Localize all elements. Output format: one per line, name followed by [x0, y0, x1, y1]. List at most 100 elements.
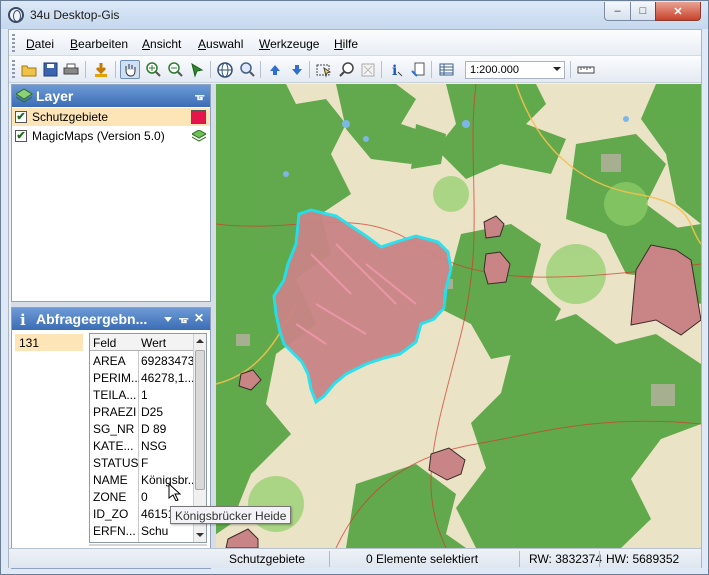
attribute-value: 69283473 — [141, 354, 193, 368]
scroll-down-icon[interactable] — [196, 533, 204, 537]
close-button[interactable]: ✕ — [655, 2, 701, 21]
attribute-value: D25 — [141, 405, 164, 419]
title-bar[interactable]: 34u Desktop-Gis ‒ □ ✕ — [1, 1, 708, 29]
layer-panel-title: Layer — [36, 88, 74, 104]
status-layer: Schutzgebiete — [229, 552, 306, 566]
maximize-button[interactable]: □ — [630, 2, 656, 21]
zoom-magnifier-icon[interactable] — [237, 60, 257, 79]
attribute-row[interactable]: PERIM... 46278,1... — [90, 369, 194, 386]
column-header-wert[interactable]: Wert — [141, 336, 166, 350]
menu-ansicht[interactable]: Ansicht — [142, 37, 181, 51]
identify-page-icon[interactable] — [408, 60, 428, 79]
menu-werkzeuge[interactable]: Werkzeuge — [259, 37, 319, 51]
svg-text:i: i — [392, 63, 397, 78]
attribute-row[interactable]: STATUS F — [90, 454, 194, 471]
app-globe-icon — [8, 7, 24, 23]
attribute-field: NAME — [93, 473, 128, 487]
select-arrow-icon[interactable] — [187, 60, 207, 79]
select-rectangle-icon[interactable] — [314, 60, 334, 79]
open-folder-icon[interactable] — [19, 60, 39, 79]
zoom-in-icon[interactable] — [143, 60, 163, 79]
attribute-field: SG_NR — [93, 422, 135, 436]
menu-hilfe[interactable]: Hilfe — [334, 37, 358, 51]
window-title: 34u Desktop-Gis — [30, 8, 120, 22]
import-layer-icon[interactable] — [91, 60, 111, 79]
status-selection: 0 Elemente selektiert — [366, 552, 479, 566]
attribute-field: KATE... — [93, 439, 134, 453]
layer-label: MagicMaps (Version 5.0) — [32, 129, 165, 143]
attribute-value: 46278,1... — [141, 371, 193, 385]
measure-ruler-icon[interactable] — [576, 60, 596, 79]
query-panel-title: Abfrageergebn... — [36, 311, 148, 327]
find-icon[interactable] — [336, 60, 356, 79]
svg-text:i: i — [20, 311, 26, 327]
client-area: Datei Bearbeiten Ansicht Auswahl Werkzeu… — [8, 29, 702, 569]
attribute-field: PERIM... — [93, 371, 139, 385]
layer-item-magicmaps[interactable]: ✔ MagicMaps (Version 5.0) — [12, 127, 210, 145]
attribute-field: TEILA... — [93, 388, 137, 402]
column-header-feld[interactable]: Feld — [93, 336, 116, 350]
attribute-row[interactable]: ERFN... Schu — [90, 522, 194, 539]
status-bar: Schutzgebiete 0 Elemente selektiert RW: … — [9, 548, 701, 568]
scroll-up-icon[interactable] — [196, 339, 204, 343]
layer-color-swatch[interactable] — [191, 110, 206, 124]
attribute-value: Königsbr... — [141, 473, 193, 487]
info-icon[interactable]: i — [386, 60, 406, 79]
result-list: 131 — [14, 334, 84, 564]
attribute-value: 0 — [141, 490, 148, 504]
map-canvas[interactable] — [216, 84, 701, 548]
scale-combobox[interactable]: 1:200.000 — [465, 61, 565, 79]
layer-label: Schutzgebiete — [32, 110, 109, 124]
menu-bar: Datei Bearbeiten Ansicht Auswahl Werkzeu… — [9, 30, 701, 56]
mouse-cursor-icon — [168, 483, 182, 501]
menu-auswahl[interactable]: Auswahl — [198, 37, 243, 51]
attribute-field: STATUS — [93, 456, 139, 470]
result-item[interactable]: 131 — [15, 334, 83, 351]
attribute-field: ZONE — [93, 490, 127, 504]
pin-icon[interactable]: ᚗ — [195, 89, 204, 102]
close-icon[interactable]: ✕ — [194, 311, 204, 325]
attribute-field: PRAEZI — [93, 405, 137, 419]
scale-value: 1:200.000 — [470, 64, 519, 76]
layer-down-icon[interactable] — [287, 60, 307, 79]
layers-icon — [16, 88, 33, 103]
layer-checkbox-schutzgebiete[interactable]: ✔ — [15, 111, 27, 123]
attribute-table-icon[interactable] — [436, 60, 456, 79]
clear-selection-icon[interactable] — [358, 60, 378, 79]
layer-up-icon[interactable] — [265, 60, 285, 79]
map-view[interactable] — [216, 84, 701, 548]
attribute-row[interactable]: KATE... NSG — [90, 437, 194, 454]
scroll-thumb[interactable] — [195, 350, 205, 490]
pin-icon[interactable]: ᚗ — [179, 312, 188, 325]
menu-grip[interactable] — [12, 34, 15, 52]
attribute-field: AREA — [93, 354, 126, 368]
toolbar-grip[interactable] — [12, 60, 15, 78]
zoom-out-icon[interactable] — [165, 60, 185, 79]
query-results-panel: i Abfrageergebn... ᚗ ✕ 131 Feld Wert ARE… — [11, 307, 211, 569]
attribute-field: ID_ZO — [93, 507, 129, 521]
query-panel-header[interactable]: i Abfrageergebn... ᚗ ✕ — [12, 308, 210, 330]
attribute-row[interactable]: AREA 69283473 — [90, 352, 194, 369]
layer-item-schutzgebiete[interactable]: ✔ Schutzgebiete — [12, 108, 210, 126]
print-icon[interactable] — [61, 60, 81, 79]
menu-datei[interactable]: Datei — [26, 37, 54, 51]
menu-bearbeiten[interactable]: Bearbeiten — [70, 37, 128, 51]
attribute-row[interactable]: ERFDAT1997 — [90, 539, 194, 542]
attribute-field: ERFDAT — [93, 541, 139, 542]
chevron-down-icon[interactable] — [553, 67, 561, 71]
status-hw: HW: 5689352 — [606, 552, 680, 566]
app-window: 34u Desktop-Gis ‒ □ ✕ Datei Bearbeiten A… — [0, 0, 709, 575]
full-extent-globe-icon[interactable] — [215, 60, 235, 79]
pan-hand-icon[interactable] — [120, 60, 140, 79]
minimize-button[interactable]: ‒ — [604, 2, 631, 21]
dropdown-icon[interactable] — [164, 317, 172, 322]
raster-map-icon — [192, 130, 206, 142]
layer-checkbox-magicmaps[interactable]: ✔ — [15, 130, 27, 142]
attribute-row[interactable]: TEILA... 1 — [90, 386, 194, 403]
info-icon: i — [20, 311, 26, 327]
layer-panel: Layer ᚗ ✔ Schutzgebiete ✔ MagicMaps (Ver… — [11, 84, 211, 302]
layer-panel-header[interactable]: Layer ᚗ — [12, 85, 210, 107]
save-icon[interactable] — [40, 60, 60, 79]
attribute-row[interactable]: PRAEZI D25 — [90, 403, 194, 420]
attribute-row[interactable]: SG_NR D 89 — [90, 420, 194, 437]
